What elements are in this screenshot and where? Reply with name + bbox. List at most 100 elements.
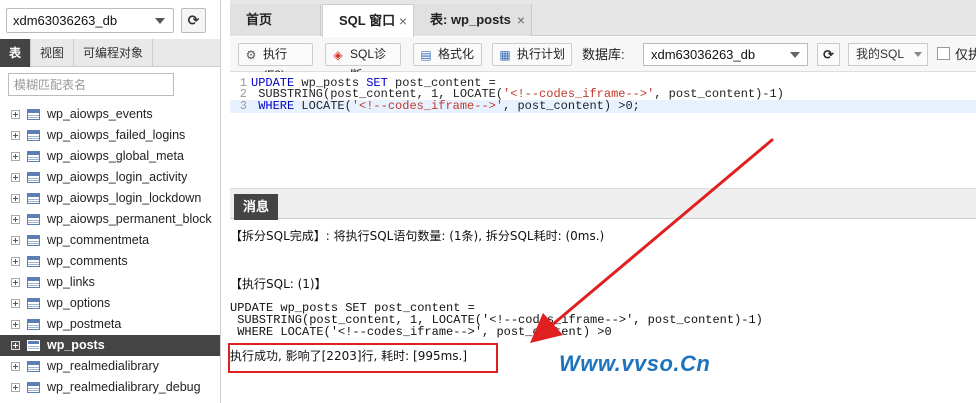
table-tree: wp_aiowps_events wp_aiowps_failed_loginsw…: [0, 104, 220, 398]
table-icon: [27, 109, 40, 120]
expand-icon[interactable]: [11, 236, 20, 245]
tab-views[interactable]: 视图: [31, 39, 75, 67]
table-name: wp_aiowps_failed_logins: [47, 128, 186, 142]
my-sql-dropdown[interactable]: 我的SQL: [848, 43, 928, 66]
table-icon: [27, 214, 40, 225]
database-selector[interactable]: xdm63036263_db: [6, 8, 174, 33]
sql-toolbar: ⚙ 执行(F8) ◈ SQL诊断 ▤ 格式化 ▦ 执行计划 数据库: xdm63…: [230, 37, 976, 82]
table-icon: [27, 319, 40, 330]
executed-sql-line: WHERE LOCATE('<!--codes_iframe-->', post…: [230, 325, 612, 339]
chevron-down-icon: [914, 52, 922, 57]
sql-diagnose-button[interactable]: ◈ SQL诊断: [325, 43, 401, 82]
table-tree-item[interactable]: wp_aiowps_failed_logins: [0, 125, 220, 146]
table-name: wp_realmedialibrary: [47, 359, 159, 373]
expand-icon[interactable]: [11, 215, 20, 224]
my-sql-label: 我的SQL: [856, 47, 905, 61]
format-icon: ▤: [420, 48, 432, 62]
tab-sql-window-label: SQL 窗口: [339, 13, 396, 28]
sql-editor[interactable]: 1 UPDATE wp_posts SET post_content = 2 SU…: [230, 72, 976, 188]
table-icon: [27, 130, 40, 141]
expand-icon[interactable]: [11, 383, 20, 392]
table-icon: [27, 277, 40, 288]
tab-table-label: 表: wp_posts: [430, 12, 511, 27]
table-icon: [27, 172, 40, 183]
sql-text: , post_content)-1): [654, 87, 784, 101]
editor-line-current: 3 WHERE LOCATE('<!--codes_iframe-->', po…: [230, 100, 976, 113]
table-tree-item[interactable]: wp_realmedialibrary: [0, 356, 220, 377]
table-tree-item[interactable]: wp_posts: [0, 335, 220, 356]
table-tree-item[interactable]: wp_aiowps_global_meta: [0, 146, 220, 167]
diagnose-icon: ◈: [333, 48, 343, 62]
table-name: wp_aiowps_permanent_block: [47, 212, 212, 226]
toolbar-database-value: xdm63036263_db: [651, 47, 756, 62]
tab-tables[interactable]: 表: [0, 39, 32, 67]
table-filter-input[interactable]: [8, 73, 174, 96]
expand-icon[interactable]: [11, 278, 20, 287]
table-icon: [27, 193, 40, 204]
refresh-icon: ⟳: [187, 12, 200, 28]
expand-icon[interactable]: [11, 362, 20, 371]
main-tab-bar: 首页 SQL 窗口 × 表: wp_posts ×: [230, 0, 976, 37]
table-name: wp_options: [47, 296, 111, 310]
tab-home[interactable]: 首页: [230, 4, 321, 36]
table-name: wp_posts: [47, 338, 105, 352]
expand-icon[interactable]: [11, 131, 20, 140]
table-tree-item[interactable]: wp_aiowps_permanent_block: [0, 209, 220, 230]
expand-icon[interactable]: [11, 194, 20, 203]
format-button[interactable]: ▤ 格式化: [413, 43, 482, 66]
table-icon: [27, 382, 40, 393]
table-name: wp_aiowps_login_lockdown: [47, 191, 202, 205]
table-tree-item[interactable]: wp_commentmeta: [0, 230, 220, 251]
expand-icon[interactable]: [11, 341, 20, 350]
main-panel: 首页 SQL 窗口 × 表: wp_posts × ⚙ 执行(F8) ◈ SQL…: [228, 0, 976, 403]
table-tree-item[interactable]: wp_postmeta: [0, 314, 220, 335]
message-panel-header: 消息: [230, 188, 976, 220]
refresh-button[interactable]: ⟳: [181, 8, 206, 33]
table-tree-item[interactable]: wp_aiowps_login_activity: [0, 167, 220, 188]
table-tree-item[interactable]: wp_options: [0, 293, 220, 314]
chevron-down-icon: [155, 18, 165, 24]
execution-plan-button[interactable]: ▦ 执行计划: [492, 43, 572, 66]
database-selector-value: xdm63036263_db: [13, 13, 118, 28]
result-highlight-box: [228, 343, 498, 373]
tab-sql-window[interactable]: SQL 窗口 ×: [322, 4, 414, 37]
expand-icon[interactable]: [11, 320, 20, 329]
exec-sql-header: 【执行SQL: (1)】: [230, 277, 327, 291]
readonly-checkbox[interactable]: [937, 47, 950, 60]
object-type-tabs: 表 视图 可编程对象: [0, 39, 220, 67]
tab-programmable-objects[interactable]: 可编程对象: [74, 39, 154, 67]
table-name: wp_aiowps_events: [47, 107, 153, 121]
execute-button[interactable]: ⚙ 执行(F8): [238, 43, 313, 82]
expand-icon[interactable]: [11, 257, 20, 266]
line-number: 3: [239, 99, 247, 113]
table-icon: [27, 151, 40, 162]
expand-icon[interactable]: [11, 152, 20, 161]
expand-icon[interactable]: [11, 110, 20, 119]
tab-table-wp-posts[interactable]: 表: wp_posts ×: [414, 4, 532, 36]
table-icon: [27, 361, 40, 372]
expand-icon[interactable]: [11, 173, 20, 182]
table-tree-item[interactable]: wp_comments: [0, 251, 220, 272]
sql-string: '<!--codes_iframe-->': [351, 99, 504, 113]
chevron-down-icon: [790, 52, 800, 58]
table-tree-item[interactable]: wp_aiowps_login_lockdown: [0, 188, 220, 209]
table-tree-item[interactable]: wp_aiowps_events: [0, 104, 220, 125]
format-label: 格式化: [438, 47, 475, 61]
table-name: wp_aiowps_login_activity: [47, 170, 188, 184]
close-icon[interactable]: ×: [399, 5, 407, 37]
table-name: wp_realmedialibrary_debug: [47, 380, 201, 394]
table-name: wp_postmeta: [47, 317, 122, 331]
close-icon[interactable]: ×: [517, 4, 525, 36]
left-panel: xdm63036263_db ⟳ 表 视图 可编程对象 wp_aiowps_ev…: [0, 0, 221, 403]
table-icon: [27, 256, 40, 267]
table-tree-item[interactable]: wp_links: [0, 272, 220, 293]
table-icon: [27, 298, 40, 309]
toolbar-database-selector[interactable]: xdm63036263_db: [643, 43, 808, 66]
tab-messages[interactable]: 消息: [234, 194, 279, 220]
refresh-icon: ⟳: [823, 47, 834, 62]
refresh-database-button[interactable]: ⟳: [817, 43, 840, 66]
table-tree-item[interactable]: wp_realmedialibrary_debug: [0, 377, 220, 398]
sql-keyword: WHERE: [258, 99, 295, 113]
expand-icon[interactable]: [11, 299, 20, 308]
table-name: wp_aiowps_global_meta: [47, 149, 184, 163]
